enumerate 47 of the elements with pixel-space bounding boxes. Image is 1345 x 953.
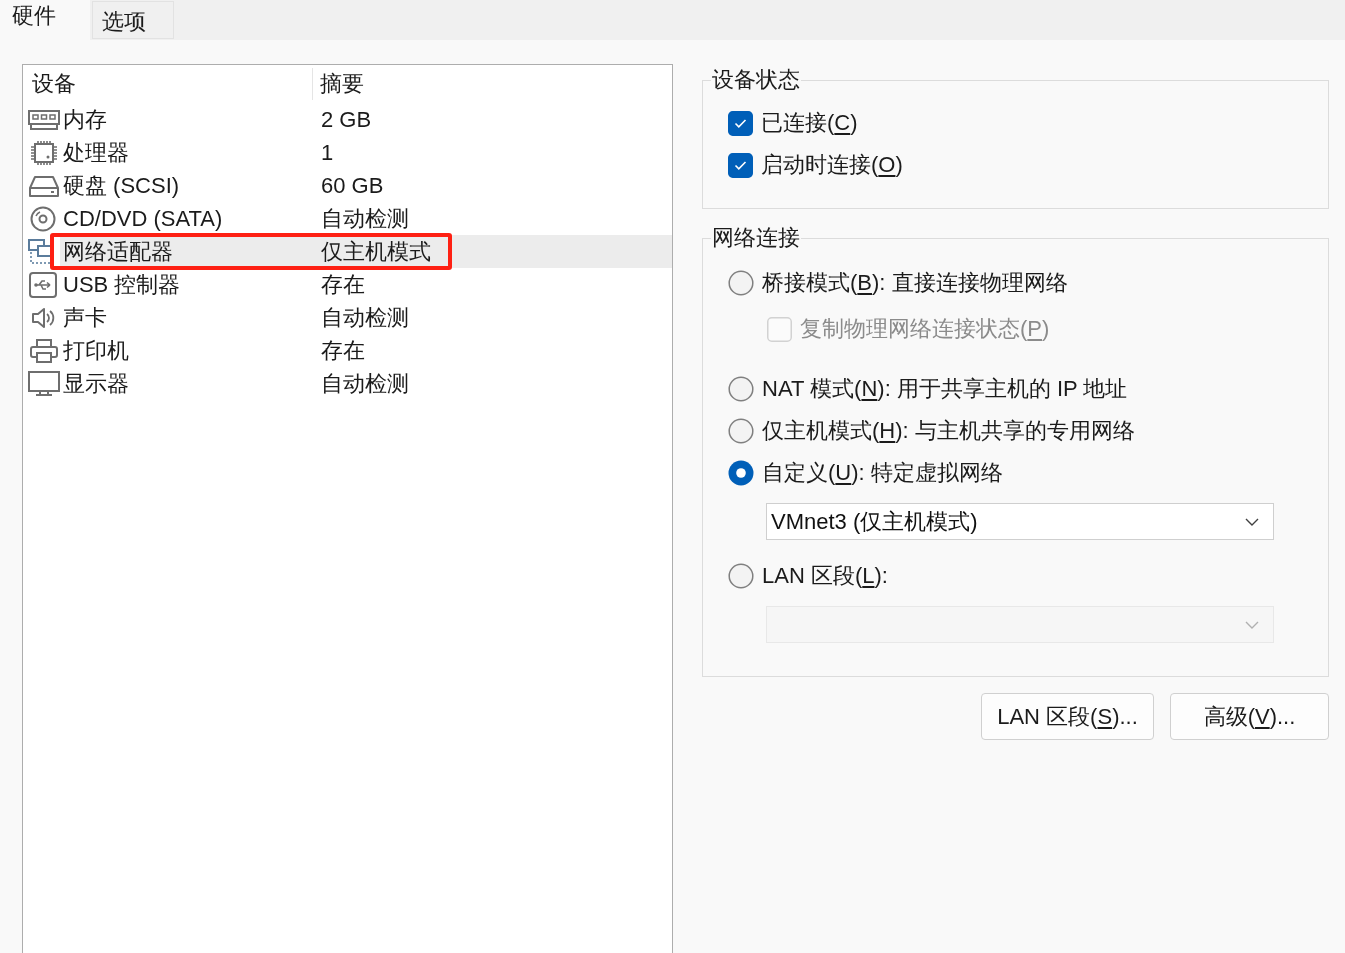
table-cell[interactable]: 打印机 [60,334,313,367]
monitor-icon [28,370,60,397]
table-cell[interactable]: 自动检测 [313,367,672,400]
checkbox[interactable] [728,152,753,178]
checkbox-label: 启动时连接(O) [761,152,903,178]
table-cell[interactable]: 声卡 [60,301,313,334]
radio-label: 仅主机模式(H): 与主机共享的专用网络 [762,418,1135,444]
table-cell[interactable]: 2 GB [313,103,672,136]
table-cell[interactable]: CD/DVD (SATA) [60,202,313,235]
action-button[interactable]: LAN 区段(S)... [981,693,1154,740]
radio-label: 自定义(U): 特定虚拟网络 [762,460,1003,486]
chevron-down-icon [1245,517,1259,526]
usb-icon [28,271,60,298]
radio-label: LAN 区段(L): [762,563,888,589]
action-button[interactable]: 高级(V)... [1170,693,1329,740]
table-cell[interactable]: 存在 [313,268,672,301]
table-cell[interactable]: 内存 [60,103,313,136]
table-cell[interactable]: USB 控制器 [60,268,313,301]
chevron-down-icon [1245,620,1259,629]
table-cell[interactable]: 存在 [313,334,672,367]
radio-button[interactable] [728,418,754,444]
radio-button[interactable] [728,270,754,296]
radio-button[interactable] [728,460,754,486]
radio-label: 桥接模式(B): 直接连接物理网络 [762,270,1068,296]
radio-label: NAT 模式(N): 用于共享主机的 IP 地址 [762,376,1128,402]
column-header[interactable]: 设备 [23,68,313,100]
radio-button[interactable] [728,376,754,402]
table-cell[interactable]: 自动检测 [313,301,672,334]
checkbox-label: 复制物理网络连接状态(P) [800,316,1050,342]
printer-icon [28,337,60,364]
tab[interactable]: 硬件 [0,0,90,40]
column-header[interactable]: 摘要 [313,68,672,100]
radio-button[interactable] [728,563,754,589]
table-cell[interactable]: 处理器 [60,136,313,169]
tab[interactable]: 选项 [92,1,174,39]
table-cell[interactable]: 60 GB [313,169,672,202]
table-cell[interactable]: 显示器 [60,367,313,400]
dropdown[interactable]: VMnet3 (仅主机模式) [766,503,1274,540]
group-title: 设备状态 [711,67,801,93]
table-cell[interactable]: 1 [313,136,672,169]
checkbox[interactable] [728,110,753,136]
group-title: 网络连接 [711,225,801,251]
table-cell[interactable]: 仅主机模式 [313,235,672,268]
table-cell[interactable]: 硬盘 (SCSI) [60,169,313,202]
checkbox-label: 已连接(C) [761,110,858,136]
chip-icon [28,139,60,166]
table-cell[interactable]: 自动检测 [313,202,672,235]
